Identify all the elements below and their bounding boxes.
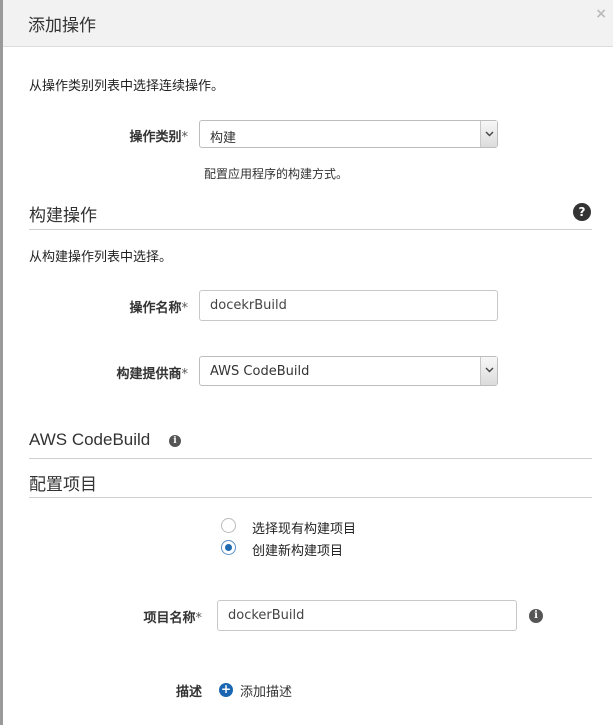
- chevron-down-icon: [480, 357, 497, 385]
- action-category-intro: 从操作类别列表中选择连续操作。: [29, 79, 225, 94]
- required-mark: *: [181, 367, 189, 382]
- configure-project-divider: [29, 497, 592, 498]
- close-icon[interactable]: ×: [595, 7, 607, 21]
- codebuild-divider: [29, 458, 592, 459]
- project-name-value: dockerBuild: [228, 608, 305, 623]
- dialog-left-border: [0, 0, 3, 725]
- build-action-divider: [29, 229, 592, 230]
- project-name-label-text: 项目名称: [143, 611, 196, 626]
- required-mark: *: [195, 611, 203, 626]
- action-name-label-text: 操作名称: [129, 301, 182, 316]
- action-category-label-text: 操作类别: [129, 130, 182, 145]
- radio-existing-project-label: 选择现有构建项目: [252, 522, 357, 537]
- dialog-title: 添加操作: [28, 16, 96, 36]
- required-mark: *: [181, 130, 189, 145]
- build-action-title: 构建操作: [29, 206, 97, 226]
- project-name-input[interactable]: dockerBuild: [217, 600, 517, 631]
- action-category-select[interactable]: 构建: [199, 120, 498, 148]
- build-provider-selected: AWS CodeBuild: [210, 364, 310, 379]
- plus-circle-icon[interactable]: +: [219, 683, 233, 697]
- info-icon[interactable]: i: [529, 609, 543, 623]
- action-category-help: 配置应用程序的构建方式。: [204, 167, 349, 181]
- action-name-value: docekrBuild: [210, 298, 287, 313]
- codebuild-title: AWS CodeBuild: [29, 430, 151, 449]
- chevron-down-icon: [480, 121, 497, 147]
- project-name-label: 项目名称*: [110, 607, 202, 626]
- action-category-selected: 构建: [210, 131, 237, 146]
- info-icon[interactable]: i: [169, 435, 181, 447]
- build-action-intro: 从构建操作列表中选择。: [29, 250, 173, 265]
- build-provider-select[interactable]: AWS CodeBuild: [199, 356, 498, 386]
- build-provider-label-text: 构建提供商: [116, 367, 182, 382]
- radio-new-project-label: 创建新构建项目: [252, 544, 344, 559]
- action-name-label: 操作名称*: [100, 297, 188, 316]
- radio-existing-project[interactable]: [221, 518, 236, 533]
- required-mark: *: [181, 301, 189, 316]
- action-category-label: 操作类别*: [100, 126, 188, 145]
- configure-project-title: 配置项目: [29, 475, 97, 495]
- dialog-header: 添加操作 ×: [3, 0, 613, 47]
- description-label: 描述: [175, 685, 202, 700]
- build-provider-label: 构建提供商*: [90, 363, 188, 382]
- radio-new-project[interactable]: [221, 540, 236, 555]
- help-icon[interactable]: ?: [573, 203, 591, 221]
- add-description-link[interactable]: 添加描述: [240, 681, 292, 700]
- action-name-input[interactable]: docekrBuild: [199, 290, 498, 321]
